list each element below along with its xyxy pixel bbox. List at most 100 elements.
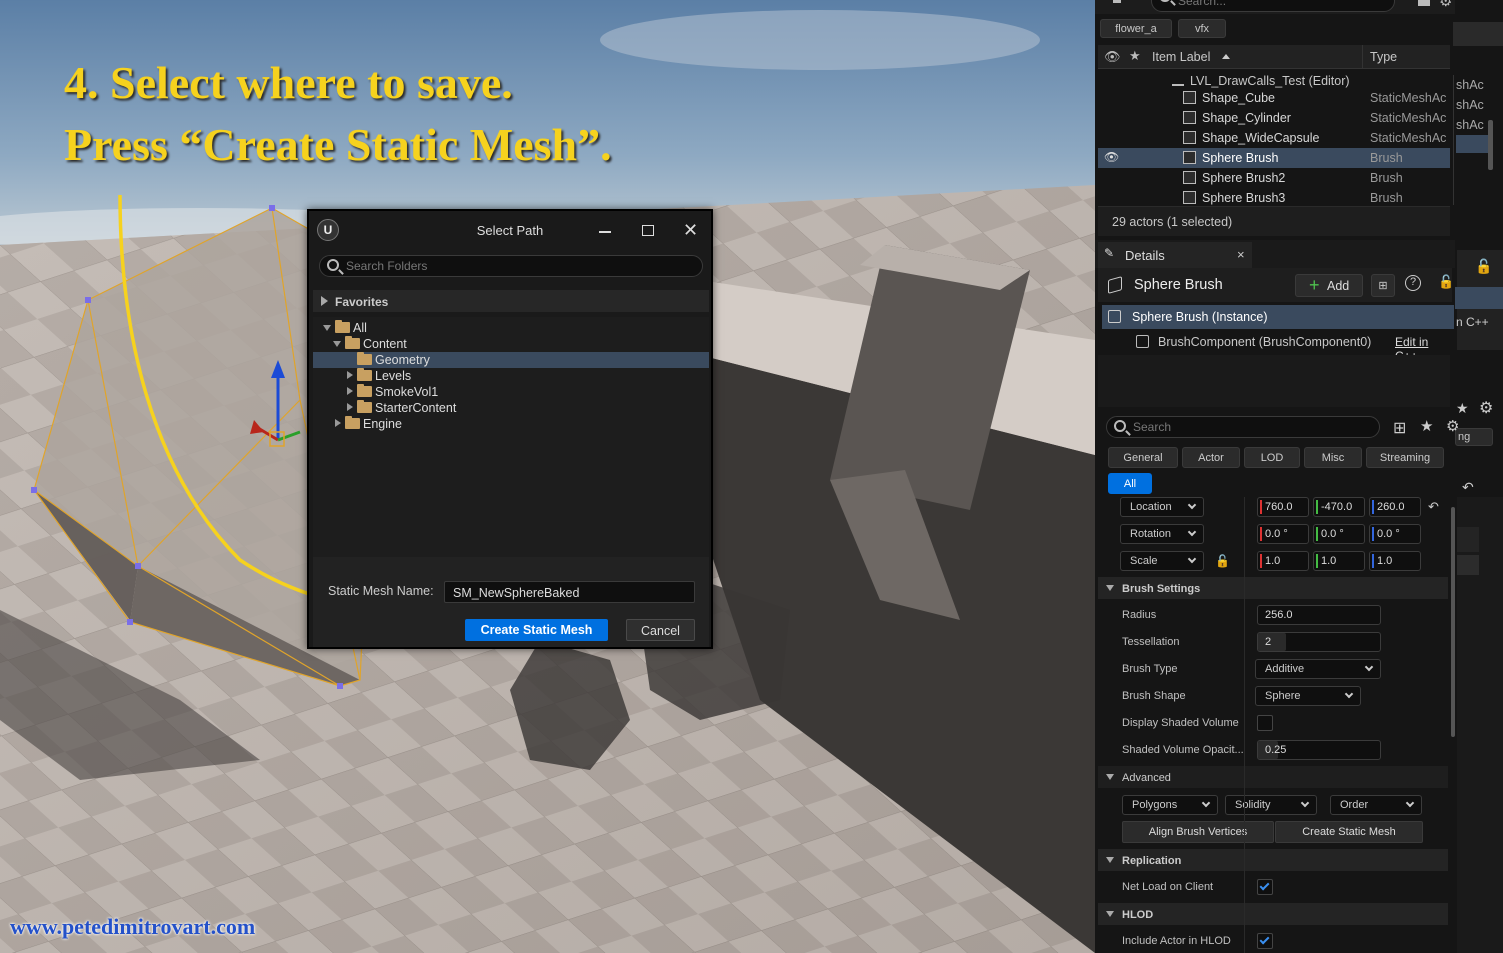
location-mode-dropdown[interactable]: Location <box>1120 497 1204 517</box>
scale-lock-icon[interactable]: 🔓 <box>1215 554 1230 568</box>
outliner-row[interactable]: Sphere Brush2 Brush <box>1098 168 1450 188</box>
outliner-row[interactable]: 👁 Sphere Brush Brush <box>1098 148 1450 168</box>
expand-arrow-icon[interactable] <box>347 387 353 395</box>
outliner-row[interactable]: Shape_Cylinder StaticMeshAc <box>1098 108 1450 128</box>
filter-icon[interactable] <box>1113 0 1121 3</box>
align-brush-vertices-button[interactable]: Align Brush Vertices <box>1122 821 1274 843</box>
include-hlod-checkbox[interactable] <box>1257 933 1273 949</box>
rotation-mode-dropdown[interactable]: Rotation <box>1120 524 1204 544</box>
component-row[interactable]: BrushComponent (BrushComponent0) Edit in… <box>1102 331 1454 363</box>
tab-general[interactable]: General <box>1108 447 1178 468</box>
viewport[interactable]: 4. Select where to save. Press “Create S… <box>0 0 1095 953</box>
filter-chip-vfx[interactable]: vfx <box>1178 19 1226 38</box>
tab-misc[interactable]: Misc <box>1304 447 1362 468</box>
pin-star-icon[interactable]: ★ <box>1129 48 1141 64</box>
display-shaded-checkbox[interactable] <box>1257 715 1273 731</box>
expand-arrow-icon[interactable] <box>347 371 353 379</box>
favorites-star-icon[interactable]: ★ <box>1456 400 1469 417</box>
location-y-input[interactable]: -470.0 <box>1313 497 1365 517</box>
outliner-search-input[interactable]: Search... <box>1151 0 1395 12</box>
order-dropdown[interactable]: Order <box>1330 795 1422 815</box>
maximize-icon[interactable] <box>642 225 654 236</box>
folder-item[interactable]: Levels <box>347 368 411 385</box>
scale-y-input[interactable]: 1.0 <box>1313 551 1365 571</box>
rotation-y-input[interactable]: 0.0 ° <box>1313 524 1365 544</box>
brush-shape-dropdown[interactable]: Sphere <box>1255 686 1361 706</box>
folder-label: SmokeVol1 <box>375 385 439 399</box>
collapse-arrow-icon[interactable] <box>333 341 341 347</box>
scale-x-input[interactable]: 1.0 <box>1257 551 1309 571</box>
scale-mode-dropdown[interactable]: Scale <box>1120 551 1204 571</box>
visibility-eye-icon[interactable]: 👁 <box>1104 150 1119 164</box>
expand-arrow-icon[interactable] <box>347 403 353 411</box>
outliner-row[interactable]: Sphere Brush3 Brush <box>1098 188 1450 208</box>
folder-item[interactable]: SmokeVol1 <box>347 384 439 401</box>
folder-item[interactable]: StarterContent <box>347 400 456 417</box>
outliner-row[interactable]: Shape_WideCapsule StaticMeshAc <box>1098 128 1450 148</box>
gear-icon[interactable]: ⚙ <box>1439 0 1452 10</box>
section-advanced[interactable]: Advanced <box>1098 766 1448 788</box>
expand-arrow-icon[interactable] <box>335 419 341 427</box>
solidity-dropdown[interactable]: Solidity <box>1225 795 1317 815</box>
folder-item[interactable]: Content <box>333 336 407 353</box>
rotation-z-input[interactable]: 0.0 ° <box>1369 524 1421 544</box>
scale-z-input[interactable]: 1.0 <box>1369 551 1421 571</box>
collapse-arrow-icon[interactable] <box>323 325 331 331</box>
outliner-row[interactable]: Shape_Cube StaticMeshAc <box>1098 88 1450 108</box>
create-static-mesh-button[interactable]: Create Static Mesh <box>465 619 608 641</box>
details-lock-icon[interactable]: 🔓 <box>1438 274 1454 290</box>
clipped-edit-cpp[interactable]: n C++ <box>1456 315 1489 329</box>
settings-gear-icon[interactable]: ⚙ <box>1479 398 1493 418</box>
location-x-input[interactable]: 760.0 <box>1257 497 1309 517</box>
add-actor-icon[interactable] <box>1418 0 1430 6</box>
folder-item[interactable]: Engine <box>335 416 402 433</box>
tab-streaming[interactable]: Streaming <box>1366 447 1444 468</box>
radius-input[interactable]: 256.0 <box>1257 605 1381 625</box>
details-tab[interactable]: ✎ Details × <box>1098 242 1252 268</box>
details-search-input[interactable]: Search <box>1106 416 1380 438</box>
visibility-eye-icon[interactable]: 👁 <box>1104 49 1121 65</box>
instance-row[interactable]: Sphere Brush (Instance) <box>1102 305 1454 329</box>
help-icon[interactable]: ? <box>1405 275 1421 291</box>
details-settings-icon[interactable]: ⚙ <box>1446 417 1459 435</box>
brush-type-dropdown[interactable]: Additive <box>1255 659 1381 679</box>
blueprint-icon[interactable]: ⊞ <box>1371 274 1395 297</box>
lock-icon[interactable]: 🔓 <box>1475 258 1492 275</box>
location-z-input[interactable]: 260.0 <box>1369 497 1421 517</box>
section-hlod[interactable]: HLOD <box>1098 903 1448 925</box>
clipped-tab[interactable]: ng <box>1455 428 1493 446</box>
outliner-scrollbar[interactable] <box>1488 120 1493 170</box>
add-component-button[interactable]: + Add <box>1295 274 1363 297</box>
dialog-titlebar[interactable]: U Select Path ✕ <box>309 211 711 249</box>
section-replication[interactable]: Replication <box>1098 849 1448 871</box>
rotation-x-input[interactable]: 0.0 ° <box>1257 524 1309 544</box>
table-view-icon[interactable]: ⊞ <box>1393 418 1406 438</box>
section-brush-settings[interactable]: Brush Settings <box>1098 577 1448 599</box>
favorites-header[interactable]: Favorites <box>313 290 709 312</box>
tab-all[interactable]: All <box>1108 473 1152 494</box>
column-item-label[interactable]: Item Label <box>1152 50 1210 64</box>
column-type[interactable]: Type <box>1370 50 1397 64</box>
search-folders-input[interactable]: Search Folders <box>319 255 703 277</box>
outliner-row-type: StaticMeshAc <box>1370 131 1447 145</box>
folder-item[interactable]: All <box>323 320 367 337</box>
details-close-icon[interactable]: × <box>1237 247 1245 262</box>
net-load-checkbox[interactable] <box>1257 879 1273 895</box>
location-reset-icon[interactable]: ↶ <box>1428 499 1439 515</box>
tab-actor[interactable]: Actor <box>1182 447 1240 468</box>
location-label: Location <box>1130 501 1172 513</box>
static-mesh-name-input[interactable]: SM_NewSphereBaked <box>444 581 695 603</box>
opacity-input[interactable]: 0.25 <box>1257 740 1381 760</box>
filter-chip-flower[interactable]: flower_a <box>1100 19 1172 38</box>
folder-item[interactable]: Geometry <box>357 352 430 369</box>
polygons-dropdown[interactable]: Polygons <box>1122 795 1218 815</box>
minimize-icon[interactable] <box>599 231 611 233</box>
reset-icon[interactable]: ↶ <box>1462 479 1474 496</box>
close-icon[interactable]: ✕ <box>683 220 698 241</box>
details-scrollbar[interactable] <box>1451 507 1455 737</box>
details-create-static-mesh-button[interactable]: Create Static Mesh <box>1275 821 1423 843</box>
tessellation-input[interactable]: 2 <box>1257 632 1381 652</box>
tab-lod[interactable]: LOD <box>1244 447 1300 468</box>
cancel-button[interactable]: Cancel <box>626 619 695 641</box>
star-filter-icon[interactable]: ★ <box>1420 417 1433 435</box>
